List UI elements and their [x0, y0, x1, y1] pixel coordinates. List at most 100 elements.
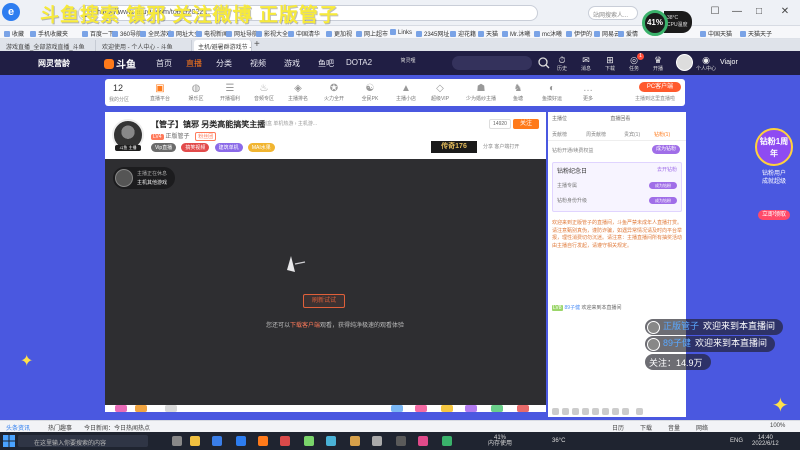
bookmark-item[interactable]: 迎花籍	[450, 29, 476, 38]
color-icon[interactable]	[572, 408, 579, 415]
message-icon[interactable]: ✉ 消息	[574, 55, 598, 72]
pc-client-button[interactable]: PC客户端	[639, 82, 681, 92]
app-icon[interactable]	[326, 436, 336, 446]
input-language[interactable]: ENG	[730, 438, 743, 444]
bag-icon[interactable]	[592, 408, 599, 415]
windows-start-icon[interactable]	[3, 435, 15, 447]
statusbar-item[interactable]: 下载	[640, 423, 652, 432]
follow-button[interactable]: 关注	[513, 119, 539, 129]
profile-icon[interactable]: ◉ 个人中心	[694, 55, 718, 72]
anniversary-promo[interactable]: 钻粉1周年 钻粉用户 成就超级 立即领取	[753, 128, 795, 223]
system-clock[interactable]: 14:40 2022/6/12	[752, 435, 779, 447]
bookmark-item[interactable]: 电视新闻	[196, 29, 228, 38]
nav-live[interactable]: 直播	[186, 58, 202, 69]
bookmark-item[interactable]: 收藏	[4, 29, 24, 38]
gift-icon[interactable]	[165, 405, 177, 412]
tab-vip[interactable]: 贵宾(1)	[624, 131, 640, 138]
user-avatar[interactable]	[676, 54, 693, 71]
emoji-icon[interactable]	[552, 408, 559, 415]
category-item[interactable]: ✪ 火力全开	[319, 82, 349, 102]
replay-tab[interactable]: 直播回看	[610, 116, 630, 122]
bookmark-item[interactable]: 伊伊的	[566, 29, 592, 38]
memory-widget[interactable]: 41% 内存使用	[488, 435, 512, 447]
history-icon[interactable]: ⏱ 历史	[550, 55, 574, 72]
app-icon[interactable]	[350, 436, 360, 446]
bookmark-item[interactable]: 中国天猫	[700, 29, 732, 38]
bookmark-item[interactable]: 天猫天子	[740, 29, 772, 38]
browser-icon[interactable]	[236, 436, 246, 446]
bookmark-item[interactable]: 天猫	[478, 29, 498, 38]
restore-button[interactable]: □	[752, 5, 766, 19]
app-icon[interactable]	[280, 436, 290, 446]
bookmark-item[interactable]: 手机收藏夹	[30, 29, 68, 38]
steam-icon[interactable]	[372, 436, 382, 446]
bookmark-item[interactable]: 网上超市	[356, 29, 388, 38]
category-item[interactable]: ♞ 鱼塘	[503, 82, 533, 102]
anchor-name[interactable]: 正版管子	[166, 134, 190, 140]
anchor-position-tab[interactable]: 主播位	[552, 116, 567, 122]
category-item[interactable]: ◐ 鱼摸好运	[537, 82, 567, 102]
gift-icon[interactable]	[441, 405, 453, 412]
settings-icon[interactable]	[612, 408, 619, 415]
gift-icon[interactable]	[491, 405, 503, 412]
become-diamond-fan-button[interactable]: 成为钻粉	[652, 145, 680, 154]
douyu-logo[interactable]: 斗鱼	[104, 56, 136, 71]
gift-icon[interactable]	[415, 405, 427, 412]
gift-icon[interactable]	[562, 408, 569, 415]
category-item[interactable]: ◇ 超级VIP	[425, 82, 455, 102]
bookmark-item[interactable]: 影视大全	[256, 29, 288, 38]
more-icon[interactable]	[622, 408, 629, 415]
room-tag[interactable]: 搞笑视频	[181, 143, 210, 152]
room-tag[interactable]: MAI水果	[247, 143, 275, 152]
box-row-button[interactable]: 成为钻粉	[649, 197, 677, 204]
nav-video[interactable]: 视频	[250, 58, 266, 69]
statusbar-item[interactable]: 日历	[612, 423, 624, 432]
category-item[interactable]: ◍ 娱乐区	[181, 82, 211, 102]
task-icon[interactable]: ◎ 任务 1	[622, 53, 646, 72]
taskbar-search-input[interactable]: 在这里输入你要搜索的内容	[18, 435, 148, 447]
app-icon[interactable]	[418, 436, 428, 446]
bookmark-item[interactable]: 中国清华	[288, 29, 320, 38]
box-subtitle[interactable]: 去开钻粉	[657, 166, 677, 173]
nav-yuba[interactable]: 鱼吧	[318, 58, 334, 69]
douyu-search-input[interactable]	[452, 56, 532, 70]
room-tag[interactable]: 建筑单机	[214, 143, 243, 152]
room-tag[interactable]: Vip直播	[151, 143, 177, 152]
tab-room[interactable]: 主机/避暑群游戏节 - 斗鱼直播平台	[194, 40, 252, 51]
retry-button[interactable]: 刷新试试	[303, 294, 345, 308]
bookmark-item[interactable]: Mr.沐曦	[502, 29, 530, 38]
close-button[interactable]: ✕	[778, 5, 792, 19]
gift-icon[interactable]	[465, 405, 477, 412]
bookmark-item[interactable]: 网易云	[594, 29, 620, 38]
bookmark-item[interactable]: mc沐曦	[534, 29, 562, 38]
category-item[interactable]: ☯ 全民PK	[355, 82, 385, 102]
edge-icon[interactable]	[212, 436, 222, 446]
app-icon[interactable]	[304, 436, 314, 446]
cpu-temp-indicator[interactable]: 38°C CPU温度	[664, 11, 692, 33]
file-explorer-icon[interactable]	[190, 436, 200, 446]
tab-personal-center[interactable]: 欢迎使用 - 个人中心 - 斗鱼	[98, 40, 192, 51]
bookmark-item[interactable]: 网址导航	[226, 29, 258, 38]
bookmark-item[interactable]: 2345网址	[416, 29, 449, 38]
nav-home[interactable]: 首页	[156, 58, 172, 69]
category-count[interactable]: 12	[113, 83, 123, 93]
gift-icon[interactable]	[517, 405, 529, 412]
statusbar-item[interactable]: 音量	[668, 423, 680, 432]
category-more[interactable]: … 更多	[573, 82, 603, 102]
gift-icon[interactable]	[391, 405, 403, 412]
gift-icon[interactable]	[115, 405, 127, 412]
category-item[interactable]: ▲ 主播小店	[391, 82, 421, 102]
search-tip[interactable]: 简灵哩	[396, 57, 420, 64]
zoom-level[interactable]: 100%	[770, 423, 785, 429]
category-item[interactable]: ☰ 开播福利	[215, 82, 245, 102]
statusbar-item[interactable]: 网络	[696, 423, 708, 432]
nav-category[interactable]: 分类	[216, 58, 232, 69]
app-icon[interactable]	[442, 436, 452, 446]
task-view-icon[interactable]	[172, 436, 182, 446]
broadcast-icon[interactable]: ♛ 开播	[646, 55, 670, 72]
gift-icon[interactable]	[135, 405, 147, 412]
game-ad-banner[interactable]: 传奇176	[431, 141, 477, 153]
category-item[interactable]: ☗ 少为婚纱主播	[461, 82, 501, 102]
nav-games[interactable]: 游戏	[284, 58, 300, 69]
bookmark-item[interactable]: 百度一下	[82, 29, 114, 38]
